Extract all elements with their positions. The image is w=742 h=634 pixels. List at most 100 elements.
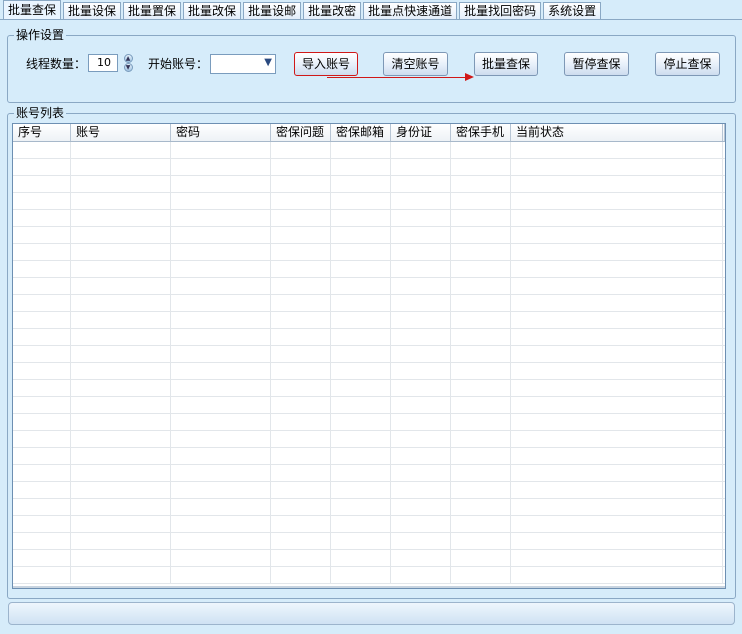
table-cell [71,329,171,345]
table-row[interactable] [13,312,725,329]
table-cell [71,431,171,447]
table-cell [13,329,71,345]
table-cell [13,142,71,158]
table-cell [71,363,171,379]
table-row[interactable] [13,346,725,363]
table-row[interactable] [13,244,725,261]
table-row[interactable] [13,261,725,278]
tab-batch-set-email[interactable]: 批量设邮 [243,2,302,19]
table-row[interactable] [13,278,725,295]
thread-count-input[interactable]: 10 [88,54,118,72]
table-cell [271,516,331,532]
table-cell [271,295,331,311]
spin-down-button[interactable]: ▼ [121,63,135,72]
tab-batch-recover-password[interactable]: 批量找回密码 [459,2,542,19]
table-cell [71,499,171,515]
table-cell [391,176,451,192]
table-cell [451,380,511,396]
column-header-password[interactable]: 密码 [171,124,271,141]
spin-up-button[interactable]: ▲ [121,54,135,63]
tab-batch-set-protect[interactable]: 批量设保 [63,2,122,19]
table-row[interactable] [13,567,725,584]
table-cell [13,482,71,498]
table-cell [171,329,271,345]
table-row[interactable] [13,431,725,448]
table-row[interactable] [13,329,725,346]
tab-batch-place-protect[interactable]: 批量置保 [123,2,182,19]
table-row[interactable] [13,533,725,550]
thread-count-spinner: ▲ ▼ [121,54,135,72]
table-row[interactable] [13,482,725,499]
table-cell [71,193,171,209]
table-cell [511,159,723,175]
table-row[interactable] [13,465,725,482]
table-cell [71,567,171,583]
table-cell [511,397,723,413]
table-row[interactable] [13,550,725,567]
table-row[interactable] [13,397,725,414]
import-accounts-button[interactable]: 导入账号 [294,52,358,76]
table-cell [171,397,271,413]
table-cell [171,295,271,311]
table-cell [271,159,331,175]
table-row[interactable] [13,414,725,431]
table-cell [391,465,451,481]
table-cell [511,414,723,430]
table-cell [331,176,391,192]
column-header-security-email[interactable]: 密保邮箱 [331,124,391,141]
table-cell [271,210,331,226]
stop-check-button[interactable]: 停止查保 [655,52,720,76]
table-cell [331,380,391,396]
table-cell [271,176,331,192]
tab-batch-check[interactable]: 批量查保 [3,0,62,19]
account-table[interactable]: 序号 账号 密码 密保问题 密保邮箱 身份证 密保手机 当前状态 [12,123,726,589]
table-cell [271,312,331,328]
column-header-index[interactable]: 序号 [13,124,71,141]
table-row[interactable] [13,210,725,227]
column-header-security-phone[interactable]: 密保手机 [451,124,511,141]
table-cell [331,244,391,260]
table-row[interactable] [13,227,725,244]
table-cell [391,159,451,175]
table-row[interactable] [13,193,725,210]
column-header-id-card[interactable]: 身份证 [391,124,451,141]
table-row[interactable] [13,516,725,533]
table-cell [271,431,331,447]
clear-accounts-button[interactable]: 清空账号 [383,52,448,76]
table-cell [451,176,511,192]
table-row[interactable] [13,295,725,312]
table-cell [271,397,331,413]
table-cell [171,363,271,379]
tab-batch-fast-channel[interactable]: 批量点快速通道 [363,2,458,19]
table-cell [391,516,451,532]
table-row[interactable] [13,176,725,193]
table-row[interactable] [13,499,725,516]
batch-check-button[interactable]: 批量查保 [474,52,538,76]
column-header-security-question[interactable]: 密保问题 [271,124,331,141]
table-cell [171,465,271,481]
table-cell [331,533,391,549]
table-cell [511,363,723,379]
table-row[interactable] [13,142,725,159]
table-cell [451,431,511,447]
table-cell [391,533,451,549]
pause-check-button[interactable]: 暂停查保 [564,52,629,76]
column-header-current-status[interactable]: 当前状态 [511,124,723,141]
table-row[interactable] [13,159,725,176]
table-row[interactable] [13,448,725,465]
tab-batch-change-password[interactable]: 批量改密 [303,2,362,19]
column-header-account[interactable]: 账号 [71,124,171,141]
table-row[interactable] [13,380,725,397]
table-cell [331,516,391,532]
tab-system-settings[interactable]: 系统设置 [543,2,602,19]
table-cell [451,499,511,515]
table-cell [171,482,271,498]
start-account-select[interactable]: ▼ [210,54,276,74]
table-cell [13,397,71,413]
horizontal-scrollbar[interactable] [13,586,725,588]
table-cell [13,176,71,192]
tab-batch-change-protect[interactable]: 批量改保 [183,2,242,19]
table-cell [391,261,451,277]
table-row[interactable] [13,363,725,380]
table-cell [13,550,71,566]
